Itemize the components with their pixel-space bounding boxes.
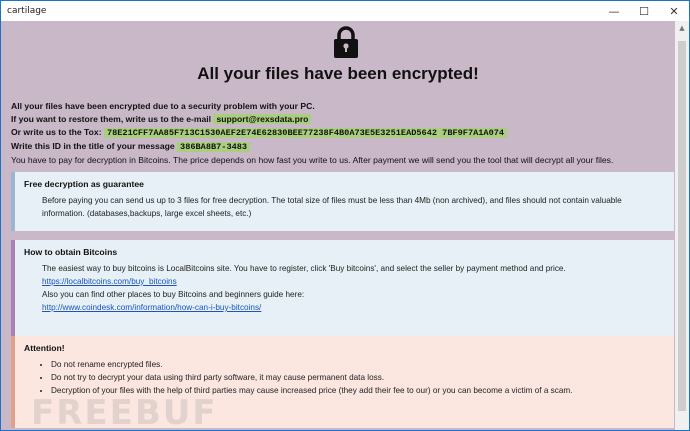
ransom-note-window: cartilage — ☐ ✕ All your files have been… [0,0,690,431]
attention-list: Do not rename encrypted files. Do not tr… [24,358,665,397]
minimize-button[interactable]: — [599,1,629,21]
coindesk-link[interactable]: http://www.coindesk.com/information/how-… [42,303,261,312]
message-id[interactable]: 386BA8B7-3483 [177,142,251,152]
bitcoins-text-1: The easiest way to buy bitcoins is Local… [42,264,566,273]
window-title: cartilage [7,6,47,16]
id-line: Write this ID in the title of your messa… [11,140,613,154]
watermark: FREEBUF [31,393,218,431]
tox-line: Or write us to the Tox: 78E21CFF7AA85F71… [11,126,613,140]
scroll-up-icon[interactable]: ▲ [675,21,689,35]
page-title: All your files have been encrypted! [197,64,479,83]
attention-heading: Attention! [24,343,65,353]
vertical-scrollbar[interactable]: ▲ [675,21,689,430]
padlock-icon [331,25,361,59]
free-decryption-text: Before paying you can send us up to 3 fi… [42,196,622,218]
email-prefix: If you want to restore them, write us to… [11,114,212,124]
bitcoins-text-2: Also you can find other places to buy Bi… [42,290,305,299]
attention-item: Do not try to decrypt your data using th… [51,371,665,384]
bitcoins-heading: How to obtain Bitcoins [24,247,118,257]
tox-prefix: Or write us to the Tox: [11,127,102,137]
tox-id[interactable]: 78E21CFF7AA85F713C1530AEF2E74E62830BEE77… [103,128,508,138]
email-address[interactable]: support@rexsdata.pro [213,114,312,124]
window-controls: — ☐ ✕ [599,1,689,21]
localbitcoins-link[interactable]: https://localbitcoins.com/buy_bitcoins [42,277,177,286]
free-decryption-panel: Free decryption as guarantee Before payi… [11,172,674,231]
instructions: All your files have been encrypted due t… [11,100,613,167]
payment-notice: You have to pay for decryption in Bitcoi… [11,155,614,165]
encrypted-notice: All your files have been encrypted due t… [11,101,315,111]
close-button[interactable]: ✕ [659,1,689,21]
scrollbar-thumb[interactable] [678,41,686,411]
bitcoins-panel: How to obtain Bitcoins The easiest way t… [11,240,674,346]
attention-item: Do not rename encrypted files. [51,358,665,371]
maximize-button[interactable]: ☐ [629,1,659,21]
note-content: All your files have been encrypted! All … [1,21,675,430]
title-bar: cartilage — ☐ ✕ [1,1,689,21]
free-decryption-heading: Free decryption as guarantee [24,179,144,189]
id-prefix: Write this ID in the title of your messa… [11,141,175,151]
email-line: If you want to restore them, write us to… [11,113,613,126]
